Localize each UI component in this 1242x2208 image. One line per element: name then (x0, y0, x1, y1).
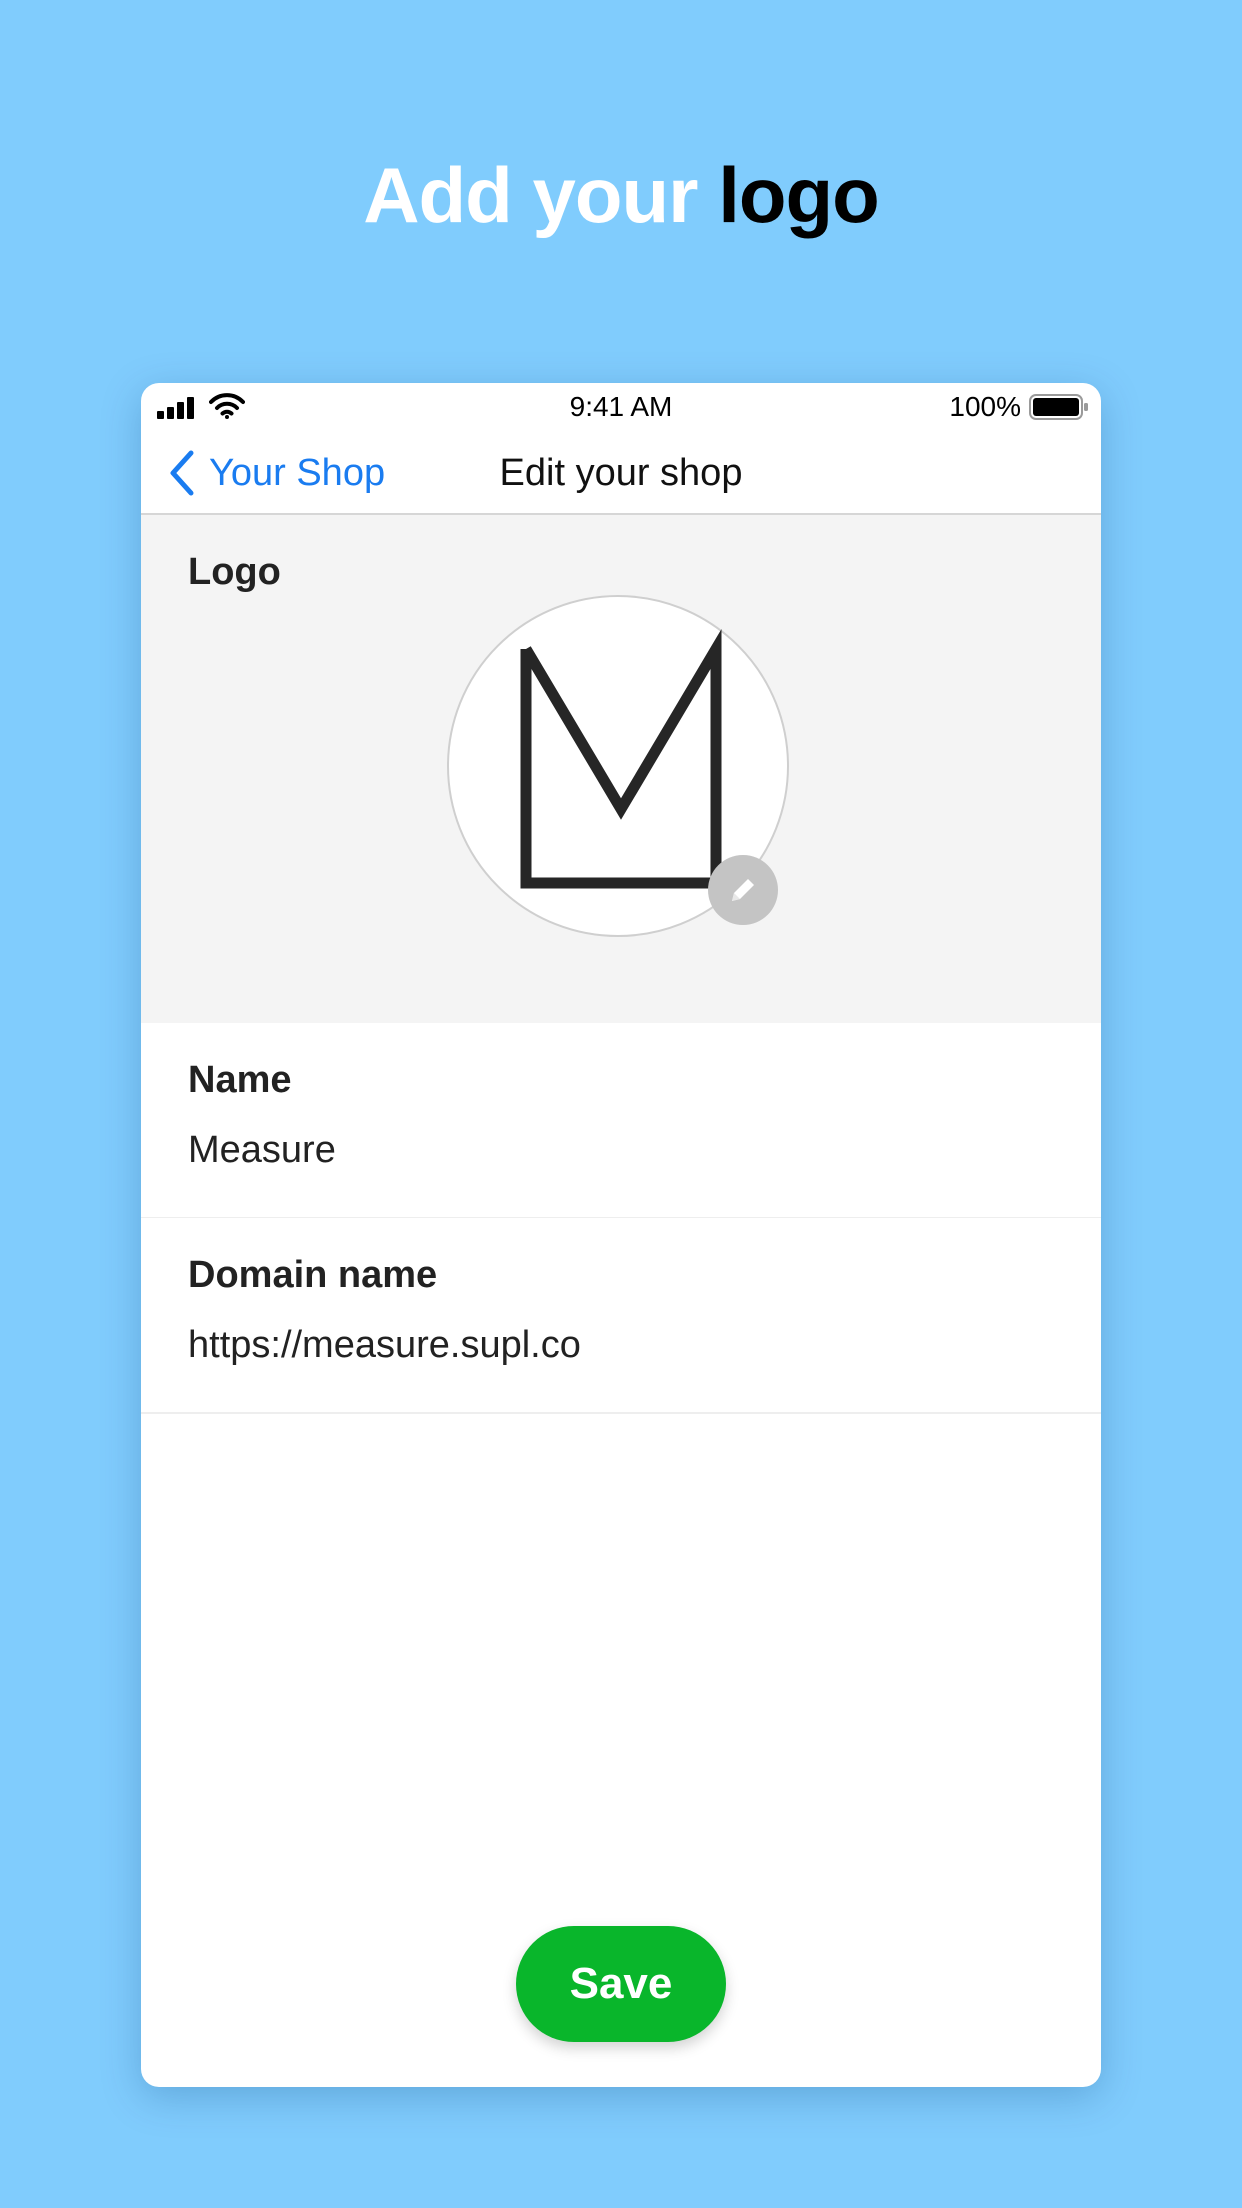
headline-part-1: Add your (363, 151, 698, 239)
domain-field: Domain name https://measure.supl.co (141, 1218, 1101, 1414)
logo-label: Logo (188, 551, 281, 593)
page-headline: Add your logo (0, 140, 1242, 250)
page-title-text: Edit your shop (499, 452, 743, 494)
domain-field-label: Domain name (188, 1254, 438, 1296)
name-field: Name Measure (141, 1023, 1101, 1219)
logo-section: Logo (141, 515, 1101, 1023)
edit-logo-button[interactable] (708, 855, 778, 925)
domain-field-value[interactable]: https://measure.supl.co (188, 1324, 1048, 1367)
status-bar: 9:41 AM 100% (141, 383, 1101, 433)
battery-icon (1029, 394, 1088, 420)
navigation-bar: Your Shop Edit your shop (141, 433, 1101, 515)
pencil-icon (732, 879, 754, 901)
save-button[interactable]: Save (516, 1926, 726, 2042)
page-title: Edit your shop (141, 447, 1101, 499)
headline-part-2: logo (718, 151, 880, 239)
name-field-value[interactable]: Measure (188, 1129, 1048, 1172)
battery-percentage: 100% (949, 391, 1021, 422)
name-field-label: Name (188, 1059, 292, 1101)
phone-screen: 9:41 AM 100% Your Shop Edit your shop Lo… (141, 383, 1101, 2087)
